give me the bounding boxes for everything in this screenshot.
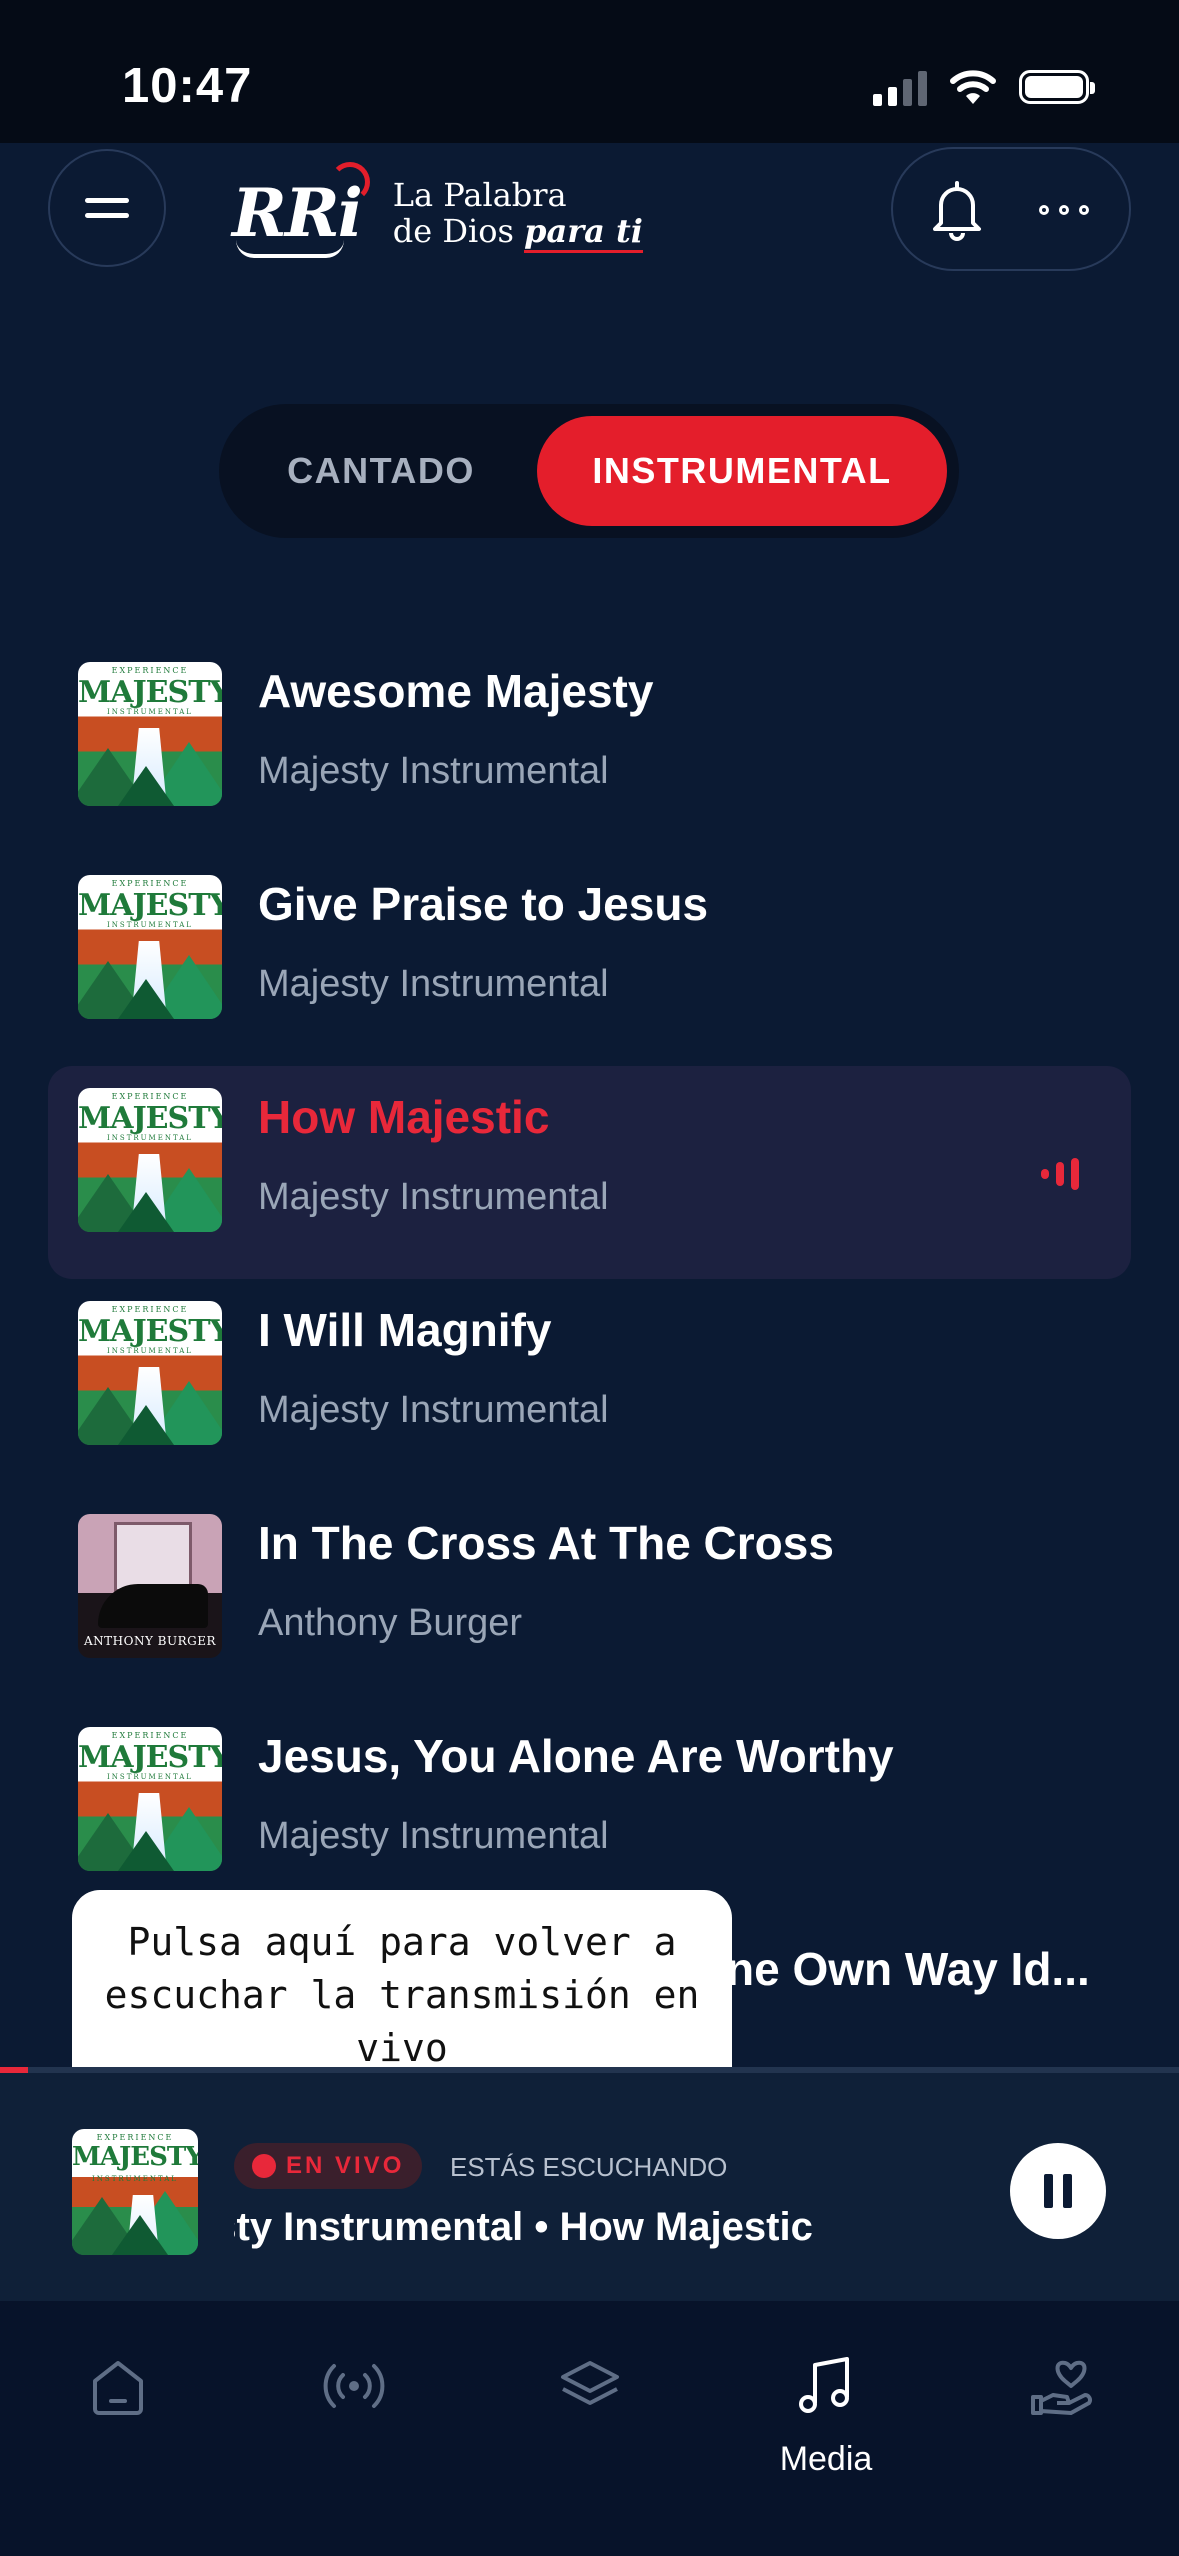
nav-label-media: Media [779,2440,873,2478]
status-bar: 10:47 [0,0,1179,143]
wifi-icon [950,70,996,104]
track-artist: Majesty Instrumental [258,1389,609,1431]
home-icon [93,2361,143,2415]
track-title: Jesus, You Alone Are Worthy [258,1730,894,1782]
bottom-nav: Media [0,2301,1179,2556]
mini-player[interactable]: EXPERIENCE MAJESTY INSTRUMENTAL EN VIVO ES… [0,2067,1179,2307]
album-art: EXPERIENCE MAJESTY INSTRUMENTAL [78,662,222,806]
app-header: RRi La Palabra de Dios para ti [0,143,1179,293]
album-art: EXPERIENCE MAJESTY INSTRUMENTAL [78,875,222,1019]
logo-tagline: La Palabra de Dios para ti [393,177,643,253]
signal-wave-icon [330,162,370,202]
now-playing-marquee: esty Instrumental • How Majestic [234,2205,813,2249]
hamburger-icon [85,198,129,203]
menu-button[interactable] [48,149,166,267]
track-artist: Majesty Instrumental [258,750,609,792]
status-time: 10:47 [122,59,253,113]
more-options-icon[interactable] [1039,205,1089,215]
track-row[interactable]: EXPERIENCE MAJESTY INSTRUMENTAL I Will Mag… [0,1279,1179,1492]
track-artist: Anthony Burger [258,1602,523,1644]
track-title: Give Praise to Jesus [258,878,709,930]
album-art: EXPERIENCE MAJESTY INSTRUMENTAL [78,1301,222,1445]
segment-cantado[interactable]: CANTADO [231,416,531,526]
header-actions [891,147,1131,271]
track-row[interactable]: EXPERIENCE MAJESTY INSTRUMENTAL Awesome Ma… [0,640,1179,853]
listening-label: ESTÁS ESCUCHANDO [450,2152,728,2182]
track-title: How Majestic [258,1091,550,1143]
track-title: ne Own Way Id... [726,1943,1090,1995]
music-note-icon [799,2357,849,2413]
cellular-signal-icon [873,68,927,106]
track-title: I Will Magnify [258,1304,552,1356]
live-badge[interactable]: EN VIVO [234,2143,423,2189]
battery-icon [1019,70,1095,104]
live-radio-icon [323,2364,385,2408]
mini-player-album-art: EXPERIENCE MAJESTY INSTRUMENTAL [72,2129,198,2255]
track-title: In The Cross At The Cross [258,1517,834,1569]
album-art: ANTHONY BURGER [78,1514,222,1658]
logo-mark: RRi [232,162,370,258]
status-icons [873,62,1095,112]
track-row[interactable]: ANTHONY BURGER In The Cross At The Cross… [0,1492,1179,1705]
album-art: EXPERIENCE MAJESTY INSTRUMENTAL [78,1727,222,1871]
layers-icon [561,2361,619,2405]
track-artist: Majesty Instrumental [258,1815,609,1857]
nav-item-give[interactable] [990,2351,1130,2426]
segment-instrumental[interactable]: INSTRUMENTAL [537,416,947,526]
album-art: EXPERIENCE MAJESTY INSTRUMENTAL [78,1088,222,1232]
equalizer-icon [1041,1158,1079,1190]
playback-progress [0,2067,28,2073]
track-artist: Majesty Instrumental [258,963,609,1005]
pause-button[interactable] [1010,2143,1106,2239]
track-row[interactable]: EXPERIENCE MAJESTY INSTRUMENTAL Jesus, You… [0,1705,1179,1918]
live-dot-icon [252,2154,276,2178]
nav-item-home[interactable] [48,2351,188,2426]
nav-item-live[interactable] [284,2351,424,2426]
nav-item-library[interactable] [520,2351,660,2426]
track-artist: Majesty Instrumental [258,1176,609,1218]
heart-hand-icon [1031,2360,1092,2415]
track-row-now-playing[interactable]: EXPERIENCE MAJESTY INSTRUMENTAL How Majest… [0,1066,1179,1279]
bell-icon[interactable] [927,179,987,241]
pause-icon [1044,2174,1053,2208]
nav-item-media[interactable]: Media [756,2351,896,2479]
category-segment-control: CANTADO INSTRUMENTAL [219,404,959,538]
app-logo: RRi La Palabra de Dios para ti [232,162,643,263]
track-row[interactable]: EXPERIENCE MAJESTY INSTRUMENTAL Give Prais… [0,853,1179,1066]
track-title: Awesome Majesty [258,665,654,717]
